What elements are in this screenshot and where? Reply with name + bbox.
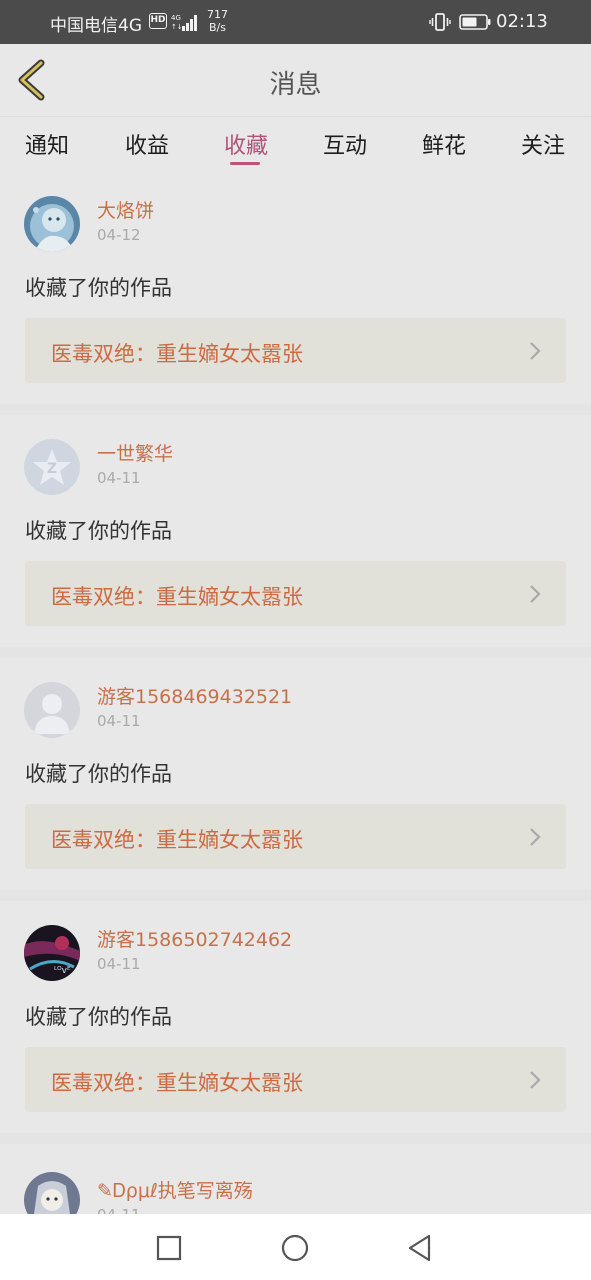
active-tab-indicator bbox=[230, 162, 260, 165]
tab-flowers[interactable]: 鲜花 bbox=[409, 128, 479, 160]
status-bar: 中国电信4G HD 4G ↑↓ 717 B/s 02:13 bbox=[0, 0, 591, 44]
work-title: 医毒双绝：重生嫡女太嚣张 bbox=[51, 828, 303, 852]
tab-following[interactable]: 关注 bbox=[508, 128, 578, 160]
battery-icon bbox=[459, 14, 491, 30]
system-nav-bar bbox=[0, 1214, 591, 1280]
username[interactable]: 游客1586502742462 bbox=[97, 925, 292, 952]
chevron-right-icon bbox=[530, 585, 541, 603]
work-link[interactable]: 医毒双绝：重生嫡女太嚣张 bbox=[25, 561, 566, 626]
notification-action: 收藏了你的作品 bbox=[25, 276, 172, 300]
notification-card: 大烙饼 04-12 收藏了你的作品 医毒双绝：重生嫡女太嚣张 bbox=[0, 172, 591, 404]
square-icon[interactable] bbox=[153, 1232, 185, 1264]
tab-earnings[interactable]: 收益 bbox=[112, 128, 182, 160]
user-avatar[interactable]: Z bbox=[24, 439, 80, 495]
user-avatar[interactable]: ᴸᴼᴠᴱ bbox=[24, 925, 80, 981]
work-link[interactable]: 医毒双绝：重生嫡女太嚣张 bbox=[25, 1047, 566, 1112]
svg-text:4G: 4G bbox=[171, 14, 181, 22]
carrier-label: 中国电信4G bbox=[50, 16, 142, 36]
speed-unit: B/s bbox=[209, 21, 226, 34]
tab-favorites[interactable]: 收藏 bbox=[211, 128, 281, 160]
notification-date: 04-11 bbox=[97, 712, 141, 730]
notification-action: 收藏了你的作品 bbox=[25, 1005, 172, 1029]
triangle-back-icon[interactable] bbox=[404, 1232, 436, 1264]
signal-icon: 4G ↑↓ bbox=[171, 14, 197, 31]
work-title: 医毒双绝：重生嫡女太嚣张 bbox=[51, 342, 303, 366]
clock: 02:13 bbox=[496, 11, 548, 32]
chevron-right-icon bbox=[530, 1071, 541, 1089]
svg-text:↑↓: ↑↓ bbox=[171, 23, 183, 31]
username[interactable]: 大烙饼 bbox=[97, 196, 154, 223]
svg-text:ᴸᴼᴠᴱ: ᴸᴼᴠᴱ bbox=[54, 966, 71, 976]
vibrate-icon bbox=[429, 13, 451, 31]
app-header: 消息 bbox=[0, 44, 591, 116]
network-speed: 717 B/s bbox=[207, 8, 228, 34]
notification-card: Z 一世繁华 04-11 收藏了你的作品 医毒双绝：重生嫡女太嚣张 bbox=[0, 415, 591, 647]
speed-value: 717 bbox=[207, 8, 228, 21]
username[interactable]: 游客1568469432521 bbox=[97, 682, 292, 709]
user-avatar[interactable] bbox=[24, 1172, 80, 1214]
notification-card: 游客1568469432521 04-11 收藏了你的作品 医毒双绝：重生嫡女太… bbox=[0, 658, 591, 890]
notification-card: ᴸᴼᴠᴱ 游客1586502742462 04-11 收藏了你的作品 医毒双绝：… bbox=[0, 901, 591, 1133]
tab-bar: 通知 收益 收藏 互动 鲜花 关注 bbox=[0, 116, 591, 172]
tab-interactions[interactable]: 互动 bbox=[310, 128, 380, 160]
username[interactable]: 一世繁华 bbox=[97, 439, 173, 466]
notification-date: 04-12 bbox=[97, 226, 141, 244]
user-avatar[interactable] bbox=[24, 682, 80, 738]
hd-badge: HD bbox=[149, 13, 167, 29]
circle-icon[interactable] bbox=[279, 1232, 311, 1264]
tab-notifications[interactable]: 通知 bbox=[12, 128, 82, 160]
work-link[interactable]: 医毒双绝：重生嫡女太嚣张 bbox=[25, 804, 566, 869]
user-avatar[interactable] bbox=[24, 196, 80, 252]
chevron-right-icon bbox=[530, 828, 541, 846]
notification-date: 04-11 bbox=[97, 1206, 141, 1214]
notification-action: 收藏了你的作品 bbox=[25, 762, 172, 786]
page-title: 消息 bbox=[269, 70, 322, 100]
notification-action: 收藏了你的作品 bbox=[25, 519, 172, 543]
work-link[interactable]: 医毒双绝：重生嫡女太嚣张 bbox=[25, 318, 566, 383]
chevron-right-icon bbox=[530, 342, 541, 360]
work-title: 医毒双绝：重生嫡女太嚣张 bbox=[51, 1071, 303, 1095]
notification-date: 04-11 bbox=[97, 469, 141, 487]
work-title: 医毒双绝：重生嫡女太嚣张 bbox=[51, 585, 303, 609]
username[interactable]: ✎Ꭰρμℓ执笔写离殇 bbox=[97, 1176, 253, 1203]
notification-date: 04-11 bbox=[97, 955, 141, 973]
notification-card: ✎Ꭰρμℓ执笔写离殇 04-11 bbox=[0, 1144, 591, 1214]
svg-text:Z: Z bbox=[47, 461, 57, 477]
